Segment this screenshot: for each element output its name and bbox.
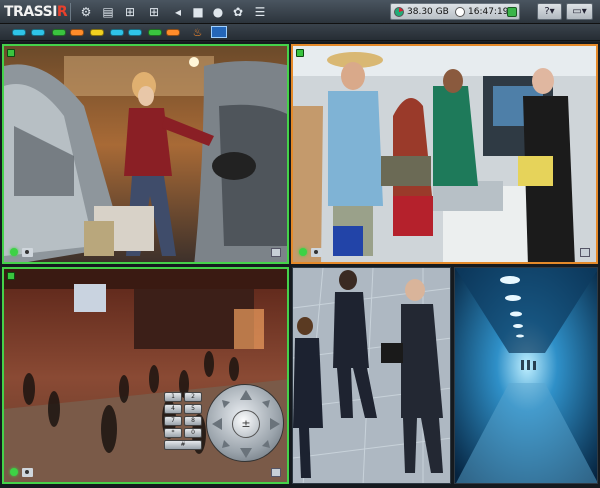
lobby-video [293,268,450,483]
ptz-key[interactable]: 7 [164,416,182,426]
camera-icon[interactable] [22,248,33,257]
parking-garage-video [4,46,287,262]
layout-9-icon[interactable]: ⊞ [146,4,162,20]
disk-free-space: 38.30 GB [407,7,449,17]
settings-icon[interactable]: ⚙ [78,4,94,20]
help-button[interactable]: ?▾ [537,3,562,20]
channel-indicator[interactable] [128,29,142,36]
corridor-video [455,268,597,483]
trassir-window: TRASSIR ⚙ ▤ ⊞ ⊞ ◂ ■ ● ✿ ☰ 38.30 GB 16:47… [0,0,600,488]
camera-selected-badge [7,272,15,280]
ptz-key[interactable]: # [164,440,202,450]
toolbar-separator [70,3,71,21]
camera-view-corridor[interactable] [454,267,598,484]
list-icon[interactable]: ☰ [252,4,268,20]
top-toolbar: TRASSIR ⚙ ▤ ⊞ ⊞ ◂ ■ ● ✿ ☰ 38.30 GB 16:47… [0,0,600,24]
recording-indicator [10,248,18,256]
ptz-key[interactable]: 8 [184,416,202,426]
channel-indicator[interactable] [148,29,162,36]
window-menu-button[interactable]: ▭▾ [566,3,593,20]
layout-4-icon[interactable]: ⊞ [122,4,138,20]
ptz-direction-dial[interactable]: ± [206,384,284,462]
camera-badge [296,49,304,57]
stop-icon[interactable]: ■ [190,4,206,20]
recording-indicator [299,248,307,256]
camera-view-station-hall[interactable]: 1 2 4 5 7 8 * 0 # ± [2,267,289,484]
screen-icon[interactable] [211,26,227,38]
ptz-key[interactable]: 1 [164,392,182,402]
sound-icon[interactable]: ◂ [170,4,186,20]
health-ok-icon[interactable] [507,7,517,17]
ptz-key[interactable]: 2 [184,392,202,402]
camera-view-lobby[interactable] [292,267,451,484]
camera-selected-badge [7,49,15,57]
disk-usage-icon [394,7,404,17]
current-time: 16:47:19 [468,7,509,17]
channel-bar: ♨ [0,24,600,41]
ptz-keypad: 1 2 4 5 7 8 * 0 # [164,392,204,450]
record-icon[interactable]: ● [210,4,226,20]
channel-indicator[interactable] [31,29,45,36]
people-icon[interactable]: ✿ [230,4,246,20]
channel-indicator[interactable] [70,29,84,36]
ptz-key[interactable]: 4 [164,404,182,414]
recording-indicator [10,468,18,476]
trassir-logo: TRASSIR [4,4,68,20]
camera-view-security-checkpoint[interactable] [291,44,598,264]
clock-icon [455,7,465,17]
security-checkpoint-video [293,46,596,262]
alarm-icon[interactable]: ♨ [191,26,204,39]
system-status: 38.30 GB 16:47:19 [390,3,520,20]
ptz-key[interactable]: * [164,428,182,438]
camera-menu-icon[interactable] [580,248,590,257]
ptz-key[interactable]: 0 [184,428,202,438]
channel-indicator[interactable] [90,29,104,36]
channel-indicator[interactable] [12,29,26,36]
channel-indicator[interactable] [52,29,66,36]
camera-menu-icon[interactable] [271,468,281,477]
channel-indicator[interactable] [166,29,180,36]
ptz-control: 1 2 4 5 7 8 * 0 # ± [164,384,287,462]
video-grid: 1 2 4 5 7 8 * 0 # ± [0,42,600,488]
ptz-key[interactable]: 5 [184,404,202,414]
channel-indicator[interactable] [110,29,124,36]
camera-icon[interactable] [311,248,322,257]
camera-view-parking[interactable] [2,44,289,264]
camera-icon[interactable] [22,468,33,477]
camera-menu-icon[interactable] [271,248,281,257]
archive-icon[interactable]: ▤ [100,4,116,20]
ptz-zoom-button[interactable]: ± [232,410,260,438]
